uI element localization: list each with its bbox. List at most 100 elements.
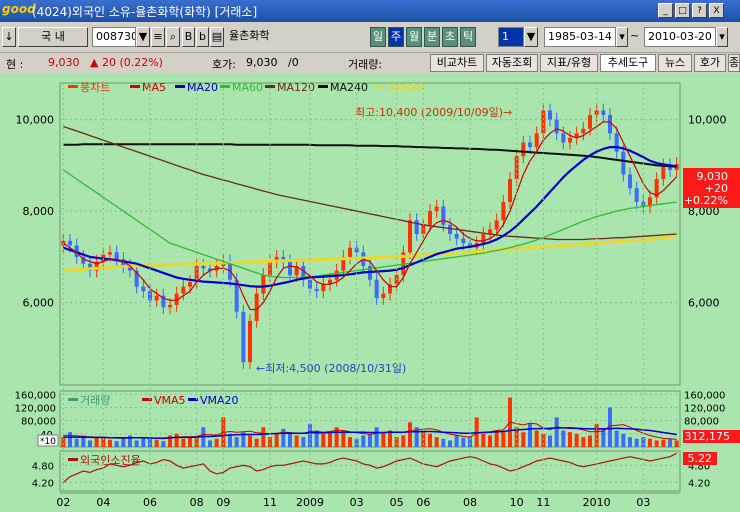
tab-compare-chart[interactable]: 비교차트	[430, 54, 484, 72]
candle-body	[554, 119, 559, 134]
end-date-dropdown-icon[interactable]: ▾	[716, 27, 728, 47]
volume-bar	[448, 440, 452, 447]
volume-bar	[141, 437, 146, 447]
legend-swatch	[318, 85, 328, 88]
volume-legend-swatch	[68, 398, 78, 401]
tab-auto-query[interactable]: 자동조회	[486, 54, 538, 72]
y-tick-right: 6,000	[688, 297, 720, 310]
candle-body	[534, 133, 539, 148]
volume-bar	[441, 438, 446, 447]
minimize-button[interactable]: _	[658, 3, 673, 18]
tab-trend-tools[interactable]: 추세도구	[600, 54, 656, 72]
volume-bar	[454, 435, 459, 447]
candle-body	[414, 220, 419, 234]
y-tick-left: 10,000	[16, 114, 55, 127]
volume-legend-item: VMA5	[154, 394, 186, 407]
legend-item: MA20	[187, 81, 218, 94]
code-dropdown-icon[interactable]: ▼	[136, 27, 150, 47]
candle-body	[168, 304, 172, 308]
tab-more[interactable]: 종	[728, 54, 740, 72]
x-tick: 2009	[296, 496, 324, 509]
memo-icon[interactable]: ▤	[210, 27, 224, 47]
x-tick: 06	[416, 496, 430, 509]
volume-bar	[488, 435, 492, 447]
volume-bar	[661, 439, 666, 447]
price-label: 현 :	[6, 58, 24, 71]
tab-quote[interactable]: 호가	[694, 54, 726, 72]
candle-body	[461, 238, 466, 244]
volume-bar	[368, 433, 372, 447]
volume-bar	[208, 440, 212, 447]
candle-body	[501, 201, 506, 221]
close-button[interactable]: X	[709, 3, 724, 18]
candle-body	[508, 179, 512, 202]
period-day-tab[interactable]: 일	[370, 27, 386, 47]
legend-item: MA120	[277, 81, 315, 94]
stock-code-input[interactable]: 008730	[92, 27, 136, 47]
period-month-tab[interactable]: 월	[406, 27, 422, 47]
help-button[interactable]: ?	[692, 3, 707, 18]
y-tick-left: 8,000	[23, 205, 55, 218]
title-bar: good (4024)외국인 소유-율촌화학(화학) [거래소] _ □ ? X	[0, 0, 740, 22]
start-date-dropdown-icon[interactable]: ▾	[616, 27, 628, 47]
candle-body	[481, 234, 486, 244]
candle-body	[434, 206, 439, 212]
search-icon[interactable]: ⌕	[166, 27, 180, 47]
period-tick-tab[interactable]: 틱	[460, 27, 476, 47]
b-upper-button[interactable]: B	[182, 27, 195, 47]
x-tick: 11	[263, 496, 277, 509]
market-arrow-icon[interactable]: ↓	[2, 27, 16, 47]
volume-bar	[668, 438, 672, 447]
candle-body	[581, 128, 586, 134]
tab-news[interactable]: 뉴스	[658, 54, 692, 72]
x-tick: 10	[510, 496, 524, 509]
volume-bar	[561, 430, 566, 447]
end-date-input[interactable]: 2010-03-20	[644, 27, 716, 47]
period-minute-tab[interactable]: 분	[424, 27, 440, 47]
candle-body	[68, 240, 72, 246]
start-date-input[interactable]: 1985-03-14	[544, 27, 616, 47]
candle-body	[628, 174, 632, 189]
period-count-dropdown-icon[interactable]: ▼	[524, 27, 538, 47]
candle-body	[381, 293, 386, 299]
candle-body	[441, 206, 446, 225]
volume-bar	[588, 435, 592, 447]
x-tick: 11	[536, 496, 550, 509]
legend-swatch	[130, 85, 140, 88]
x-tick: 05	[390, 496, 404, 509]
legend-swatch	[175, 85, 185, 88]
market-select[interactable]: 국 내	[18, 27, 88, 47]
foreign-y-tick-right: 4.20	[688, 478, 710, 489]
current-price: 9,030	[48, 56, 80, 69]
volume-bar	[328, 432, 332, 447]
last-foreign-value: 5.22	[688, 452, 713, 465]
restore-button[interactable]: □	[675, 3, 690, 18]
period-week-tab[interactable]: 주	[388, 27, 404, 47]
volume-bar	[401, 435, 406, 447]
candle-body	[288, 261, 292, 276]
tab-indicator-type[interactable]: 지표/유형	[540, 54, 598, 72]
candle-body	[634, 188, 639, 202]
volume-y-tick-left: 160,000	[15, 390, 56, 401]
chart-area[interactable]: 10,000 10,0008,000 8,0006,000 6,000봉차트 MA5 MA…	[0, 73, 740, 512]
volume-bar	[494, 430, 499, 447]
list-icon[interactable]: ≡	[151, 27, 165, 47]
volume-bar	[274, 433, 279, 447]
volume-bar	[581, 437, 586, 447]
volume-bar	[321, 433, 326, 447]
candle-body	[314, 288, 319, 292]
x-tick: 04	[96, 496, 110, 509]
foreign-legend-swatch	[68, 458, 78, 461]
candle-body	[181, 286, 186, 294]
candle-body	[141, 286, 146, 292]
candle-body	[114, 252, 119, 260]
unit-label: *10	[40, 437, 56, 447]
volume-bar	[534, 430, 539, 447]
period-count-input[interactable]: 1	[498, 27, 524, 47]
period-second-tab[interactable]: 초	[442, 27, 458, 47]
volume-bar	[361, 435, 366, 447]
last-price-label: +0.22%	[684, 194, 728, 207]
b-lower-button[interactable]: b	[196, 27, 209, 47]
candle-body	[561, 133, 566, 143]
annotation-low: ←최저:4,500 (2008/10/31일)	[256, 361, 406, 375]
